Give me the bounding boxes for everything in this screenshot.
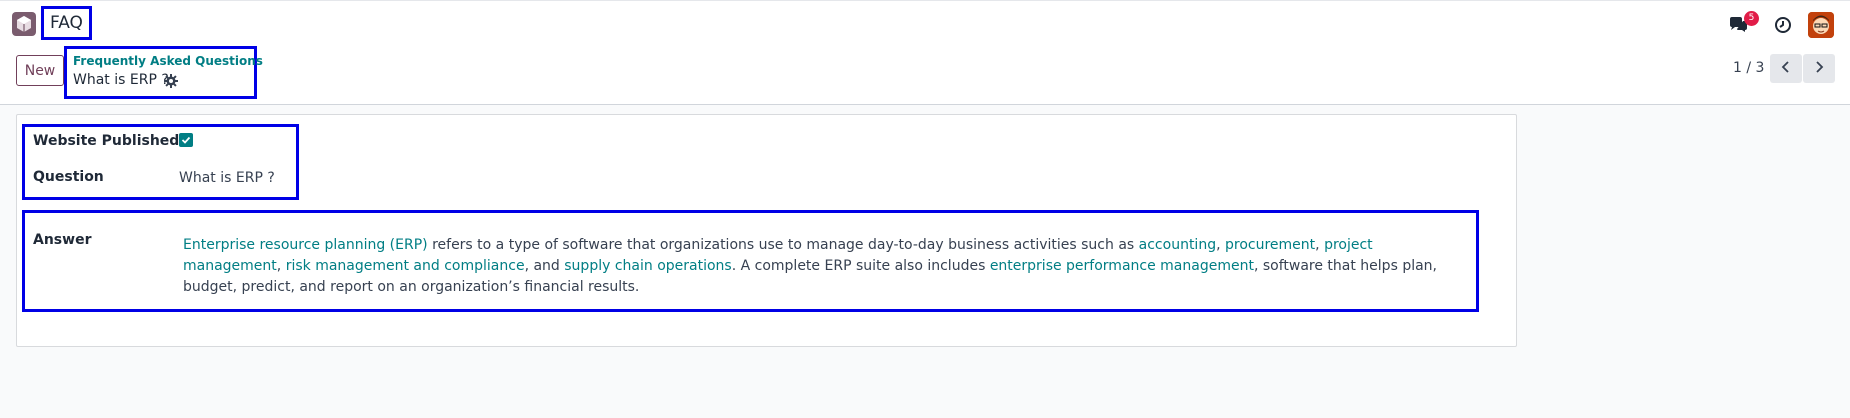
answer-text-segment: , — [1216, 237, 1225, 253]
question-label: Question — [33, 169, 104, 185]
answer-link[interactable]: accounting — [1139, 237, 1216, 253]
chevron-right-icon — [1814, 60, 1824, 77]
answer-link[interactable]: procurement — [1225, 237, 1315, 253]
answer-text-segment: . A complete ERP suite also includes — [731, 258, 990, 274]
top-navbar: FAQ 5 — [0, 0, 1850, 48]
clock-icon[interactable] — [1772, 14, 1794, 36]
answer-link[interactable]: Enterprise resource planning (ERP) — [183, 237, 428, 253]
answer-label: Answer — [33, 232, 92, 248]
chevron-left-icon — [1781, 60, 1791, 77]
new-button[interactable]: New — [16, 55, 64, 86]
answer-field[interactable]: Enterprise resource planning (ERP) refer… — [183, 235, 1455, 298]
website-published-label: Website Published ? — [33, 133, 193, 149]
breadcrumb: Frequently Asked Questions What is ERP ? — [64, 46, 263, 99]
breadcrumb-parent-link[interactable]: Frequently Asked Questions — [73, 54, 263, 68]
gear-icon[interactable] — [164, 74, 178, 88]
checkmark-icon — [181, 136, 191, 144]
answer-link[interactable]: enterprise performance management — [990, 258, 1254, 274]
pager-previous-button[interactable] — [1770, 54, 1802, 83]
answer-link[interactable]: risk management and compliance — [286, 258, 525, 274]
answer-text-segment: , and — [524, 258, 565, 274]
control-panel: New Frequently Asked Questions What is E… — [0, 46, 1850, 105]
app-name-link[interactable]: FAQ — [41, 6, 92, 40]
answer-link[interactable]: supply chain operations — [564, 258, 731, 274]
website-published-checkbox[interactable] — [179, 133, 193, 147]
pager-next-button[interactable] — [1803, 54, 1835, 83]
answer-text-segment: refers to a type of software that organi… — [427, 237, 1139, 253]
answer-text-segment: , — [1315, 237, 1325, 253]
record-title: What is ERP ? — [73, 72, 169, 88]
answer-text-segment: , — [276, 258, 286, 274]
app-cube-icon[interactable] — [12, 12, 36, 36]
pager-value[interactable]: 1 / 3 — [1733, 60, 1764, 76]
user-avatar[interactable] — [1808, 12, 1834, 38]
question-field[interactable]: What is ERP ? — [179, 170, 275, 186]
messages-count-badge: 5 — [1744, 11, 1759, 26]
